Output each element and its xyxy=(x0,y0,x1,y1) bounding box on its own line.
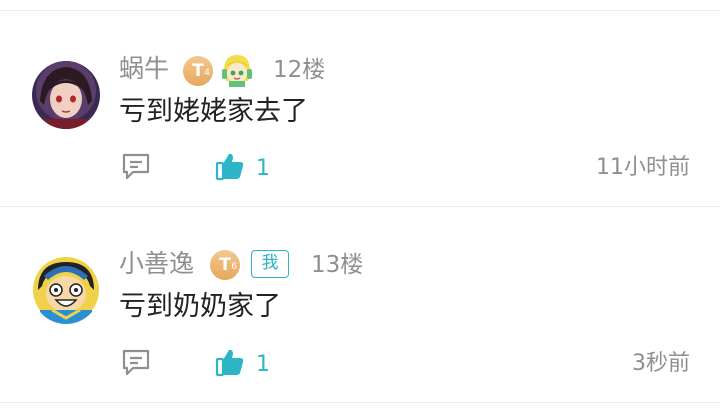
username[interactable]: 蜗牛 xyxy=(119,54,169,84)
pendant-icon xyxy=(220,51,254,87)
me-badge: 我 xyxy=(251,250,289,278)
comment-item: 小善逸 T6 我 13楼 亏到奶奶家了 1 3秒前 xyxy=(0,207,720,402)
timestamp: 3秒前 xyxy=(632,351,690,376)
comment-text: 亏到姥姥家去了 xyxy=(119,96,308,127)
thumbs-up-icon[interactable] xyxy=(214,346,246,378)
comment-icon[interactable] xyxy=(120,346,152,378)
comment-icon[interactable] xyxy=(120,150,152,182)
like-count: 1 xyxy=(256,156,270,181)
username[interactable]: 小善逸 xyxy=(119,249,194,279)
comment-item: 蜗牛 T4 12楼 亏到姥姥家去了 1 11小时前 xyxy=(0,11,720,206)
like-count: 1 xyxy=(256,352,270,377)
floor-number: 12楼 xyxy=(273,57,326,83)
avatar[interactable] xyxy=(32,256,100,324)
avatar[interactable] xyxy=(32,61,100,129)
comment-text: 亏到奶奶家了 xyxy=(119,291,281,322)
level-badge: T6 xyxy=(210,250,240,280)
floor-number: 13楼 xyxy=(311,252,364,278)
level-badge: T4 xyxy=(183,56,213,86)
bottom-divider xyxy=(0,402,720,403)
timestamp: 11小时前 xyxy=(596,155,690,180)
thumbs-up-icon[interactable] xyxy=(214,150,246,182)
